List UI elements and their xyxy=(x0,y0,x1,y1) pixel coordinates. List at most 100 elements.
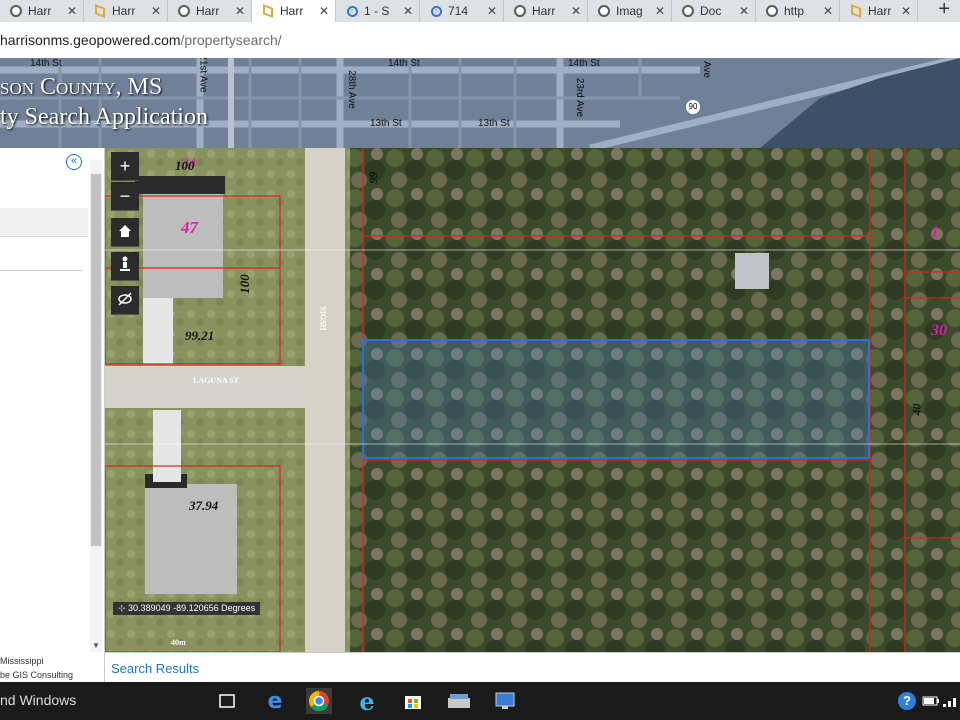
browser-tab[interactable]: Imag ✕ xyxy=(588,0,672,22)
app-title-line2: ty Search Application xyxy=(0,104,208,130)
tab-label: Harr xyxy=(280,4,304,18)
aerial-imagery xyxy=(105,148,960,652)
close-icon[interactable]: ✕ xyxy=(737,4,751,18)
dimension-label: 100 xyxy=(236,274,252,294)
layers-off-icon xyxy=(118,292,132,306)
zoom-in-button[interactable]: + xyxy=(111,152,139,181)
locate-button[interactable] xyxy=(111,252,139,281)
address-bar[interactable]: harrisonms.geopowered.com/propertysearch… xyxy=(0,22,960,59)
close-icon[interactable]: ✕ xyxy=(653,4,667,18)
tab-label: Harr xyxy=(28,4,52,18)
street-label: 23rd Ave xyxy=(574,77,586,118)
browser-tab[interactable]: ↑ 714 ✕ xyxy=(420,0,504,22)
home-icon xyxy=(119,225,131,237)
store-icon xyxy=(405,696,421,709)
browser-tab[interactable]: ↑ 1 - S ✕ xyxy=(336,0,420,22)
search-results-label[interactable]: Search Results xyxy=(111,661,199,676)
close-icon[interactable]: ✕ xyxy=(317,4,331,18)
geopowered-icon xyxy=(850,4,862,18)
help-button[interactable]: ? xyxy=(894,688,920,714)
tab-label: 714 xyxy=(448,4,469,18)
windows-taskbar: nd Windows e e ? xyxy=(0,682,960,720)
browser-tab[interactable]: Doc ✕ xyxy=(672,0,756,22)
close-icon[interactable]: ✕ xyxy=(233,4,247,18)
street-label: 13th St xyxy=(478,118,510,129)
close-icon[interactable]: ✕ xyxy=(65,4,79,18)
dimension-label: 40 xyxy=(909,403,924,416)
tab-label: Harr xyxy=(532,4,556,18)
close-icon[interactable]: ✕ xyxy=(485,4,499,18)
new-tab-button[interactable]: + xyxy=(938,0,950,21)
browser-tab[interactable]: Harr ✕ xyxy=(840,0,918,22)
scroll-down-arrow-icon[interactable]: ▼ xyxy=(91,641,101,650)
parcel-number-label: 1 xyxy=(931,224,939,241)
close-icon[interactable]: ✕ xyxy=(821,4,835,18)
close-icon[interactable]: ✕ xyxy=(899,4,913,18)
google-icon xyxy=(682,5,694,17)
help-icon: ? xyxy=(898,692,916,710)
app-title-line1: son County, MS xyxy=(0,74,163,100)
close-icon[interactable]: ✕ xyxy=(401,4,415,18)
browser-tab[interactable]: Harr ✕ xyxy=(0,0,84,22)
google-icon xyxy=(766,5,778,17)
store-button[interactable] xyxy=(400,688,426,714)
tab-label: Harr xyxy=(868,4,892,18)
credit-text: Mississippi xyxy=(0,656,44,666)
browser-tab[interactable]: http ✕ xyxy=(756,0,840,22)
chrome-icon xyxy=(309,691,329,712)
dimension-label: 37.94 xyxy=(189,498,219,513)
google-icon xyxy=(598,5,610,17)
tab-label: Imag xyxy=(616,4,643,18)
url-path: /propertysearch/ xyxy=(180,32,282,48)
person-icon xyxy=(120,256,130,271)
divider xyxy=(0,270,82,271)
street-label: 14th St xyxy=(568,58,600,69)
task-view-icon xyxy=(219,694,235,708)
browser-tab-active[interactable]: Harr ✕ xyxy=(252,0,336,22)
browser-tab[interactable]: Harr ✕ xyxy=(84,0,168,22)
scanner-app-button[interactable] xyxy=(446,688,472,714)
close-icon[interactable]: ✕ xyxy=(569,4,583,18)
dimension-label: 100 xyxy=(175,158,195,173)
street-label: Ave xyxy=(701,60,713,79)
street-name-label: SIGSH xyxy=(318,306,328,331)
geopowered-icon xyxy=(94,4,106,18)
url-text[interactable]: harrisonms.geopowered.com/propertysearch… xyxy=(0,32,282,48)
arrow-circle-icon: ↑ xyxy=(346,5,358,17)
zoom-out-button[interactable]: − xyxy=(111,182,139,211)
internet-explorer-button[interactable]: e xyxy=(354,687,380,716)
collapse-panel-button[interactable]: « xyxy=(66,154,82,170)
map-view[interactable]: 34 100 47 100 99.21 37.94 SIGSH LAGUNA S… xyxy=(105,148,960,652)
search-results-panel[interactable]: Search Results xyxy=(105,652,960,683)
street-map-background xyxy=(0,58,960,148)
tab-label: Doc xyxy=(700,4,722,18)
panel-row[interactable] xyxy=(0,180,88,209)
browser-tab[interactable]: Harr ✕ xyxy=(168,0,252,22)
task-view-button[interactable] xyxy=(214,688,240,714)
network-indicator[interactable] xyxy=(938,688,960,714)
monitor-icon xyxy=(495,692,515,709)
parcel-number-label: 47 xyxy=(181,218,198,237)
scanner-icon xyxy=(448,694,470,708)
chrome-button[interactable] xyxy=(306,688,332,714)
google-icon xyxy=(178,5,190,17)
street-label: 13th St xyxy=(370,118,402,129)
url-host: harrisonms.geopowered.com xyxy=(0,32,181,48)
layer-toggle-button[interactable] xyxy=(111,286,139,315)
activation-text: nd Windows xyxy=(0,692,77,708)
tab-label: 1 - S xyxy=(364,4,390,18)
highway-shield-icon: 90 xyxy=(686,100,700,114)
edge-button[interactable]: e xyxy=(262,688,288,714)
remote-desktop-button[interactable] xyxy=(492,688,518,714)
street-label: 21st Ave xyxy=(197,58,209,93)
coordinates-readout: ⊹ 30.389049 -89.120656 Degrees xyxy=(113,602,261,615)
panel-row[interactable] xyxy=(0,208,88,237)
left-panel: « ▼ Mississippi be GIS Consulting xyxy=(0,148,105,682)
panel-scrollbar[interactable]: ▼ xyxy=(90,160,102,652)
browser-tab[interactable]: Harr ✕ xyxy=(504,0,588,22)
home-button[interactable] xyxy=(111,218,139,247)
scrollbar-thumb[interactable] xyxy=(91,174,101,546)
close-icon[interactable]: ✕ xyxy=(149,4,163,18)
network-icon xyxy=(943,698,956,707)
selected-parcel-highlight xyxy=(362,339,870,459)
